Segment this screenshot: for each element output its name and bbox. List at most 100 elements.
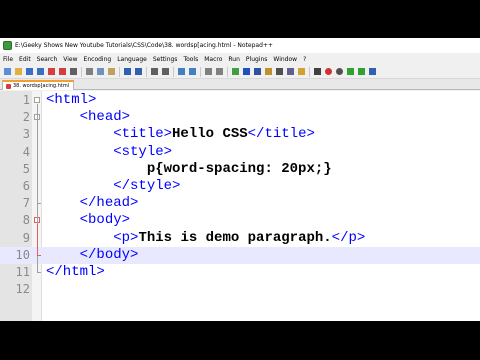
line-number: 6 xyxy=(22,179,30,193)
code-line[interactable]: 3 <title>Hello CSS</title> xyxy=(0,126,480,143)
sync-h-icon[interactable] xyxy=(214,67,224,77)
html-tag: </p> xyxy=(331,229,366,246)
play-macro-icon[interactable] xyxy=(345,67,355,77)
code-text: <title>Hello CSS</title> xyxy=(46,126,315,143)
save-macro-icon[interactable] xyxy=(367,67,377,77)
indent-guide-icon[interactable] xyxy=(252,67,262,77)
all-chars-icon[interactable] xyxy=(241,67,251,77)
code-line[interactable]: 4 <style> xyxy=(0,144,480,161)
code-line[interactable]: 2 <head> xyxy=(0,109,480,126)
undo-icon[interactable] xyxy=(122,67,132,77)
menu-search[interactable]: Search xyxy=(37,56,58,63)
code-line[interactable]: 9 <p>This is demo paragraph.</p> xyxy=(0,230,480,247)
toolbar xyxy=(0,65,480,79)
title-bar: E:\Geeky Shows New Youtube Tutorials\CSS… xyxy=(0,38,480,53)
code-text: </body> xyxy=(46,246,139,264)
word-wrap-icon[interactable] xyxy=(230,67,240,77)
line-number: 10 xyxy=(15,247,30,262)
code-line[interactable]: 8 <body> xyxy=(0,212,480,229)
replace-icon[interactable] xyxy=(160,67,170,77)
menu-run[interactable]: Run xyxy=(228,56,240,63)
doc-map-icon[interactable] xyxy=(274,67,284,77)
code-text: <head> xyxy=(46,109,130,126)
file-tab-label: 38. wordsp[acing.html xyxy=(13,83,70,89)
menu-help[interactable]: ? xyxy=(303,56,306,63)
code-line[interactable]: 11 </html> xyxy=(0,264,480,281)
unsaved-icon xyxy=(6,83,11,89)
code-text: </head> xyxy=(46,195,139,212)
text-content: This is demo paragraph. xyxy=(138,229,332,246)
code-editor[interactable]: 1 <html> 2 <head> 3 <title>Hello CSS</title… xyxy=(0,91,480,321)
menu-view[interactable]: View xyxy=(63,56,77,63)
html-tag: <title> xyxy=(113,126,173,143)
close-all-icon[interactable] xyxy=(57,67,67,77)
monitor-icon[interactable] xyxy=(312,67,322,77)
html-tag: </title> xyxy=(247,126,315,143)
zoom-in-icon[interactable] xyxy=(176,67,186,77)
line-number: 12 xyxy=(15,282,30,297)
save-all-icon[interactable] xyxy=(35,67,45,77)
menu-settings[interactable]: Settings xyxy=(153,56,178,63)
print-icon[interactable] xyxy=(68,67,78,77)
code-line[interactable]: 12 xyxy=(0,281,480,298)
menu-plugins[interactable]: Plugins xyxy=(246,56,268,63)
play-multiple-icon[interactable] xyxy=(356,67,366,77)
sync-v-icon[interactable] xyxy=(203,67,213,77)
fold-guide-end xyxy=(36,203,41,205)
code-line[interactable]: 5 p{word-spacing: 20px;} xyxy=(0,161,480,178)
file-tab[interactable]: 38. wordsp[acing.html xyxy=(2,80,75,90)
code-line[interactable]: 7 </head> xyxy=(0,195,480,212)
html-tag: <html> xyxy=(46,92,97,108)
html-tag: <body> xyxy=(79,212,131,229)
menu-tools[interactable]: Tools xyxy=(183,56,198,63)
html-tag: </style> xyxy=(113,178,181,194)
code-line[interactable]: 10 </body> xyxy=(0,246,480,264)
menu-encoding[interactable]: Encoding xyxy=(84,56,112,63)
notepadpp-window: E:\Geeky Shows New Youtube Tutorials\CSS… xyxy=(0,38,480,321)
copy-icon[interactable] xyxy=(95,67,105,77)
code-text: p{word-spacing: 20px;} xyxy=(46,161,332,178)
line-number: 4 xyxy=(22,144,30,159)
menu-file[interactable]: File xyxy=(3,56,13,63)
function-list-icon[interactable] xyxy=(285,67,295,77)
window-title: E:\Geeky Shows New Youtube Tutorials\CSS… xyxy=(15,42,273,49)
html-tag: </html> xyxy=(46,264,105,280)
fold-guide xyxy=(36,224,38,255)
code-line[interactable]: 1 <html> xyxy=(0,92,480,109)
text-content: p{word-spacing: 20px;} xyxy=(146,160,332,177)
code-text: </style> xyxy=(46,178,180,195)
line-number: 3 xyxy=(22,127,30,142)
menu-language[interactable]: Language xyxy=(117,56,147,63)
code-text: <p>This is demo paragraph.</p> xyxy=(46,230,365,247)
find-icon[interactable] xyxy=(149,67,159,77)
html-tag: <style> xyxy=(113,143,173,160)
menu-macro[interactable]: Macro xyxy=(204,56,222,63)
html-tag: </body> xyxy=(79,246,139,263)
line-number: 9 xyxy=(22,230,30,245)
folder-workspace-icon[interactable] xyxy=(296,67,306,77)
notepadpp-app-icon xyxy=(3,41,12,50)
save-icon[interactable] xyxy=(24,67,34,77)
fold-guide-end xyxy=(36,272,41,273)
toolbar-separator xyxy=(81,66,82,77)
menu-window[interactable]: Window xyxy=(273,56,297,63)
code-text: <html> xyxy=(46,92,96,109)
line-number: 5 xyxy=(22,161,30,176)
user-lang-icon[interactable] xyxy=(263,67,273,77)
toolbar-separator xyxy=(309,66,310,77)
paste-icon[interactable] xyxy=(106,67,116,77)
line-number: 7 xyxy=(22,196,30,211)
redo-icon[interactable] xyxy=(133,67,143,77)
new-file-icon[interactable] xyxy=(2,67,12,77)
stop-record-icon[interactable] xyxy=(334,67,344,77)
menu-edit[interactable]: Edit xyxy=(19,56,31,63)
code-line[interactable]: 6 </style> xyxy=(0,178,480,195)
close-icon[interactable] xyxy=(46,67,56,77)
html-tag: <head> xyxy=(79,109,131,126)
open-file-icon[interactable] xyxy=(13,67,23,77)
zoom-out-icon[interactable] xyxy=(187,67,197,77)
record-macro-icon[interactable] xyxy=(323,67,333,77)
fold-toggle-icon[interactable] xyxy=(34,97,40,103)
cut-icon[interactable] xyxy=(84,67,94,77)
tab-bar: 38. wordsp[acing.html xyxy=(0,79,480,90)
